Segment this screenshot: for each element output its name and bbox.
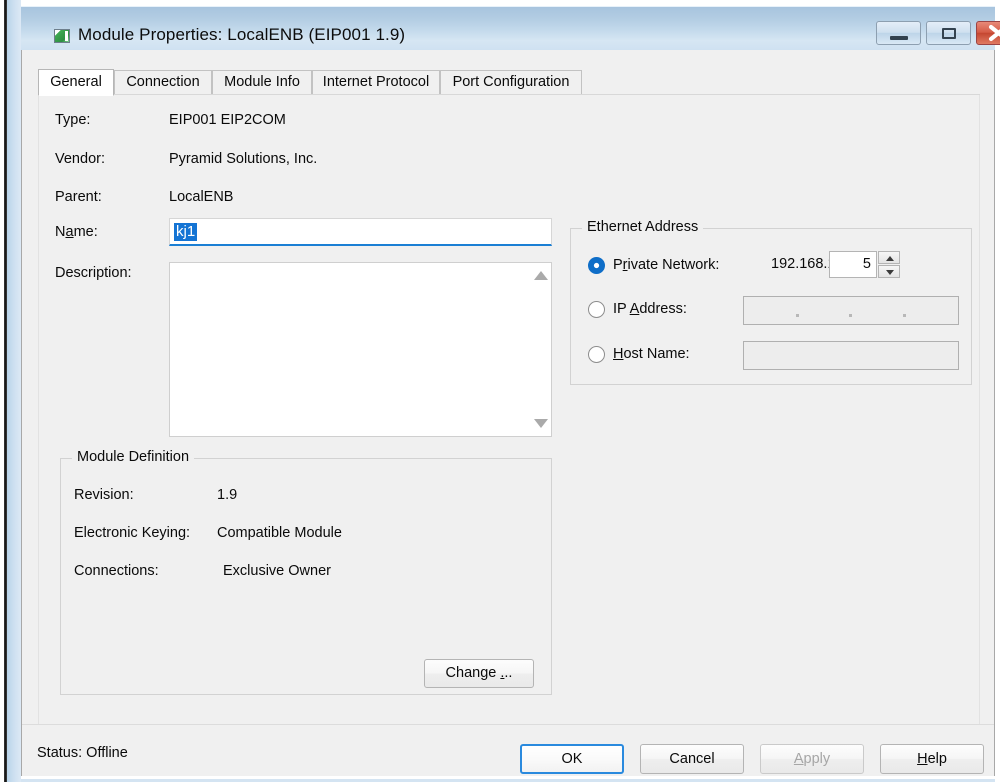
ip-dot-separator bbox=[849, 314, 852, 317]
cancel-button[interactable]: Cancel bbox=[640, 744, 744, 774]
close-button[interactable] bbox=[976, 21, 1000, 45]
description-label: Description: bbox=[55, 265, 132, 281]
ip-dot-separator bbox=[796, 314, 799, 317]
ip-address-input[interactable] bbox=[743, 296, 959, 325]
ip-dot-separator bbox=[903, 314, 906, 317]
ok-button[interactable]: OK bbox=[520, 744, 624, 774]
name-label: Name: bbox=[55, 224, 98, 240]
tab-connection[interactable]: Connection bbox=[114, 70, 212, 95]
module-definition-group-title: Module Definition bbox=[72, 449, 195, 465]
parent-value: LocalENB bbox=[169, 189, 234, 205]
maximize-icon bbox=[942, 28, 956, 39]
scroll-up-arrow-icon[interactable] bbox=[534, 271, 548, 280]
maximize-button[interactable] bbox=[926, 21, 971, 45]
connections-value: Exclusive Owner bbox=[223, 563, 331, 579]
octet-decrement-button[interactable] bbox=[878, 265, 900, 278]
host-name-input[interactable] bbox=[743, 341, 959, 370]
vendor-label: Vendor: bbox=[55, 151, 105, 167]
chevron-down-icon bbox=[886, 270, 894, 275]
tab-module-info[interactable]: Module Info bbox=[212, 70, 312, 95]
apply-button[interactable]: Apply bbox=[760, 744, 864, 774]
octet-value: 5 bbox=[862, 256, 871, 272]
ethernet-address-group-title: Ethernet Address bbox=[582, 219, 704, 235]
electronic-keying-label: Electronic Keying: bbox=[74, 525, 191, 541]
tab-general[interactable]: General bbox=[38, 69, 114, 96]
minimize-button[interactable] bbox=[876, 21, 921, 45]
host-name-label: Host Name: bbox=[613, 346, 690, 362]
description-textarea[interactable] bbox=[169, 262, 552, 437]
tab-strip: General Connection Module Info Internet … bbox=[38, 69, 980, 96]
help-button[interactable]: Help bbox=[880, 744, 984, 774]
vendor-value: Pyramid Solutions, Inc. bbox=[169, 151, 318, 167]
octet-stepper[interactable] bbox=[878, 251, 900, 278]
host-name-radio[interactable] bbox=[588, 346, 605, 363]
ethernet-address-group: Ethernet Address Private Network: 192.16… bbox=[570, 219, 972, 385]
private-network-radio[interactable] bbox=[588, 257, 605, 274]
type-label: Type: bbox=[55, 112, 91, 128]
ip-address-label: IP Address: bbox=[613, 301, 687, 317]
tab-port-configuration[interactable]: Port Configuration bbox=[440, 70, 582, 95]
window-frame: Module Properties: LocalENB (EIP001 1.9)… bbox=[0, 0, 1000, 782]
revision-label: Revision: bbox=[74, 487, 134, 503]
chevron-up-icon bbox=[886, 256, 894, 261]
ip-address-radio[interactable] bbox=[588, 301, 605, 318]
type-value: EIP001 EIP2COM bbox=[169, 112, 286, 128]
title-bar[interactable]: Module Properties: LocalENB (EIP001 1.9) bbox=[21, 6, 1000, 50]
octet-increment-button[interactable] bbox=[878, 251, 900, 264]
octet-input[interactable]: 5 bbox=[829, 251, 877, 278]
scroll-down-arrow-icon[interactable] bbox=[534, 419, 548, 428]
name-input-value: kj1 bbox=[174, 223, 198, 241]
private-network-label: Private Network: bbox=[613, 257, 720, 273]
description-scrollbar[interactable] bbox=[529, 263, 551, 436]
tab-internet-protocol[interactable]: Internet Protocol bbox=[312, 70, 440, 95]
parent-label: Parent: bbox=[55, 189, 102, 205]
electronic-keying-value: Compatible Module bbox=[217, 525, 342, 541]
connections-label: Connections: bbox=[74, 563, 159, 579]
window-title: Module Properties: LocalENB (EIP001 1.9) bbox=[78, 25, 406, 44]
minimize-icon bbox=[890, 36, 908, 40]
close-icon bbox=[988, 24, 1000, 42]
module-icon bbox=[54, 29, 70, 43]
name-input[interactable]: kj1 bbox=[169, 218, 552, 246]
change-button[interactable]: Change ... bbox=[424, 659, 534, 688]
status-text: Status: Offline bbox=[37, 745, 128, 761]
revision-value: 1.9 bbox=[217, 487, 238, 503]
frame-aero-edge bbox=[7, 0, 21, 782]
